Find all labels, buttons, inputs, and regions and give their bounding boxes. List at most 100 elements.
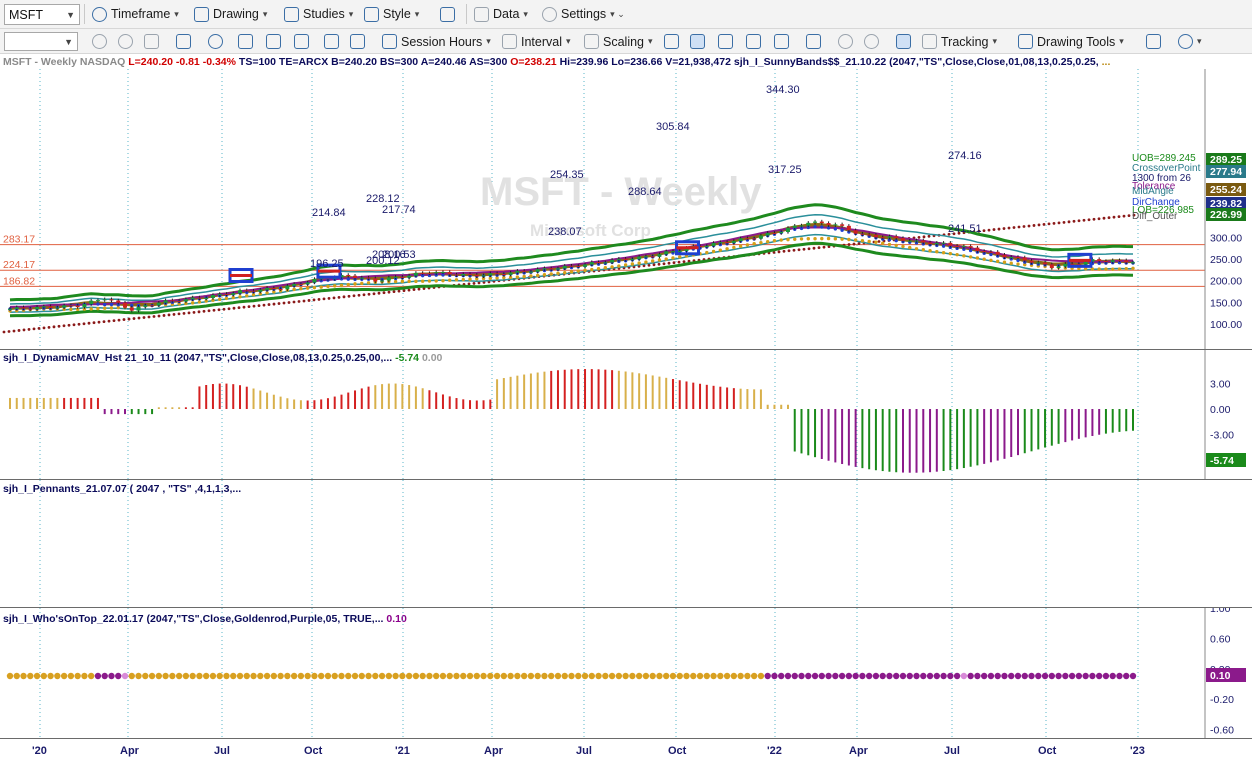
gauge-button[interactable] xyxy=(208,31,223,52)
wot-gridlines xyxy=(39,608,1139,738)
link-icon xyxy=(1178,34,1193,49)
candle-body xyxy=(156,302,161,306)
data-window-button[interactable] xyxy=(896,31,911,52)
mav-axis[interactable]: 3.000.00-3.00-6.00-5.74 xyxy=(1204,350,1246,479)
trend-dot xyxy=(992,228,996,231)
candle-body xyxy=(251,290,256,292)
mav-gridlines xyxy=(39,350,1139,479)
price-pane[interactable]: 283.17224.17186.82 MSFT - Weekly Microso… xyxy=(0,69,1252,349)
wot-dot xyxy=(893,672,900,680)
gold-dot xyxy=(583,268,587,273)
chevron-down-icon[interactable]: ▼ xyxy=(66,10,75,20)
window-button[interactable] xyxy=(806,31,821,52)
scanner-button[interactable] xyxy=(266,31,281,52)
trend-dot xyxy=(337,295,341,299)
wot-dot xyxy=(405,672,413,680)
candle-body xyxy=(650,256,655,258)
mav-histogram-pane[interactable]: 3.000.00-3.00-6.00-5.74 xyxy=(0,350,1252,480)
trend-dot xyxy=(1122,214,1126,218)
symbol-input[interactable]: MSFT ▼ xyxy=(4,4,80,25)
scaling-menu[interactable]: Scaling ▾ xyxy=(584,31,653,52)
chevron-down-icon[interactable]: ▼ xyxy=(64,37,73,47)
pennants-pane[interactable] xyxy=(0,480,1252,607)
candle-body xyxy=(833,224,838,226)
trend-dot xyxy=(367,292,371,296)
price-annotation: 214.84 xyxy=(312,207,346,219)
trend-dot xyxy=(347,294,351,298)
trade-size: TS=100 xyxy=(238,56,276,68)
settings-menu[interactable]: Settings ▾ ⌄ xyxy=(542,3,625,25)
wot-dot xyxy=(345,672,352,680)
whos-on-top-pane[interactable]: 1.000.600.20-0.20-0.600.10 xyxy=(0,608,1252,738)
trend-dot xyxy=(32,327,36,331)
gold-dot xyxy=(393,279,398,284)
wot-dot xyxy=(1041,672,1049,680)
gold-dot xyxy=(935,250,939,254)
time-tick-label: Apr xyxy=(120,745,140,757)
candle-body xyxy=(623,258,628,260)
link-button[interactable]: ▾ xyxy=(1178,31,1202,52)
candle-body xyxy=(224,293,229,295)
session-hours-menu[interactable]: Session Hours ▾ xyxy=(382,31,491,52)
gold-dot xyxy=(867,239,871,244)
drawing-tools-menu[interactable]: Drawing Tools ▾ xyxy=(1018,31,1124,52)
studies-menu[interactable]: Studies ▾ xyxy=(284,3,353,25)
format-button[interactable] xyxy=(350,31,365,52)
zoom-in-button[interactable] xyxy=(838,31,853,52)
trend-dot xyxy=(1037,223,1041,227)
trend-dot xyxy=(197,310,201,314)
wot-dot xyxy=(602,672,609,680)
candle-chart-button[interactable] xyxy=(690,31,705,52)
wot-dot xyxy=(399,672,406,680)
wot-dot xyxy=(1055,672,1062,680)
zoom-out-button[interactable] xyxy=(864,31,879,52)
time-tick-label: '22 xyxy=(767,745,782,757)
dot-chart-button[interactable] xyxy=(746,31,761,52)
candle-body xyxy=(968,246,973,248)
bar-chart-button[interactable] xyxy=(664,31,679,52)
trend-dot xyxy=(382,291,386,295)
time-axis[interactable]: '20 Apr Jul Oct '21 Apr Jul Oct '22 Apr Jul Oct '23 xyxy=(0,738,1252,764)
wot-dot xyxy=(899,672,907,680)
bug-button[interactable] xyxy=(294,31,309,52)
calendar-button[interactable] xyxy=(324,31,339,52)
data-menu[interactable]: Data ▾ xyxy=(474,3,528,25)
trend-dot xyxy=(417,287,421,291)
candle-body xyxy=(150,305,155,307)
hlc-chart-button[interactable] xyxy=(774,31,789,52)
wot-dot xyxy=(635,672,643,680)
gold-dot xyxy=(880,241,885,245)
style-menu[interactable]: Style ▾ xyxy=(364,3,419,25)
pattern-button[interactable] xyxy=(238,31,253,52)
drawing-menu[interactable]: Drawing ▾ xyxy=(194,3,267,25)
blue-dot xyxy=(840,228,844,232)
candle-body xyxy=(501,274,506,276)
mav-histogram-bars xyxy=(9,369,1134,473)
candle-body xyxy=(298,283,303,285)
gold-dot xyxy=(718,248,723,252)
wot-axis[interactable]: 1.000.600.20-0.20-0.600.10 xyxy=(1204,608,1246,738)
search-button[interactable] xyxy=(176,31,191,52)
candle-body xyxy=(380,280,385,282)
layout-button[interactable] xyxy=(440,3,455,25)
wot-dot xyxy=(13,672,20,680)
trend-dot xyxy=(22,328,26,332)
trendline-button[interactable] xyxy=(1146,31,1161,52)
wot-dot xyxy=(1129,672,1137,680)
wot-dot xyxy=(838,672,846,680)
trend-dot xyxy=(987,228,991,232)
timeframe-menu[interactable]: Timeframe ▾ xyxy=(92,3,179,25)
interval-input[interactable]: ▼ xyxy=(4,32,78,51)
candle-body xyxy=(900,238,905,241)
gold-dot xyxy=(806,237,810,241)
interval-menu[interactable]: Interval ▾ xyxy=(502,31,571,52)
tracking-menu[interactable]: Tracking ▾ xyxy=(922,31,997,52)
grid-button[interactable] xyxy=(144,31,159,52)
refresh-icon xyxy=(92,34,107,49)
candle-body xyxy=(197,297,202,299)
refresh-button[interactable] xyxy=(92,31,107,52)
reload-button[interactable] xyxy=(118,31,133,52)
gold-dot xyxy=(441,278,445,283)
gold-dot xyxy=(1124,266,1128,271)
hollow-candle-button[interactable] xyxy=(718,31,733,52)
